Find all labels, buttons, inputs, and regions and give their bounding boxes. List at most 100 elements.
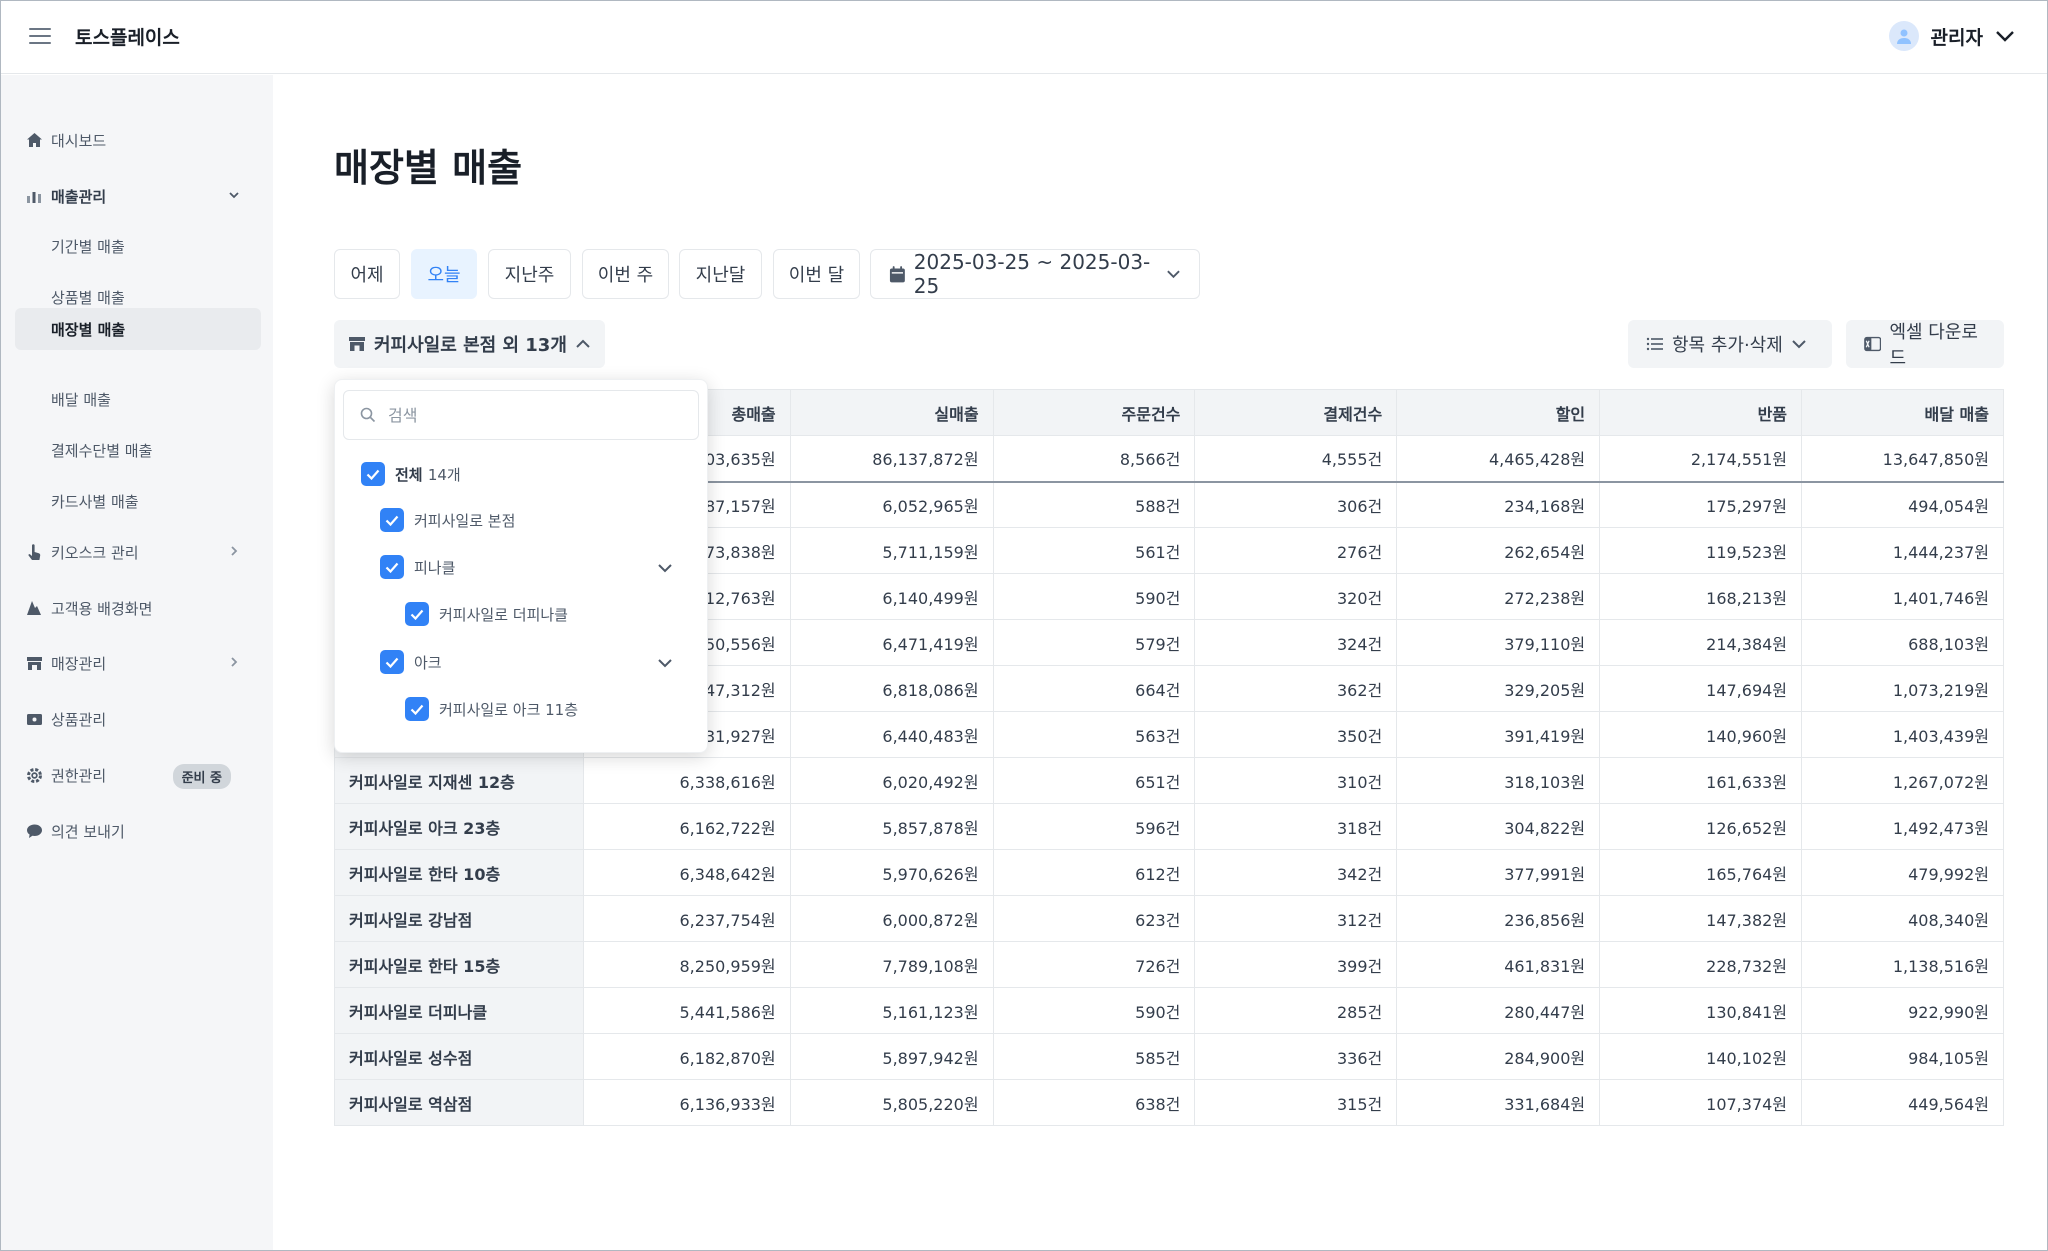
sidebar-sub-payment-sales[interactable]: 결제수단별 매출 bbox=[15, 429, 261, 471]
table-cell: 6,818,086원 bbox=[789, 665, 994, 712]
sidebar-item-permissions[interactable]: 권한관리 준비 중 bbox=[15, 754, 261, 796]
sidebar-item-label: 대시보드 bbox=[51, 131, 107, 150]
table-cell: 140,960원 bbox=[1599, 711, 1803, 758]
table-cell: 329,205원 bbox=[1396, 665, 1601, 712]
sidebar-sub-store-sales[interactable]: 매장별 매출 bbox=[15, 308, 261, 350]
table-cell: 5,161,123원 bbox=[789, 987, 994, 1034]
table-row: 커피사일로 더피나클 5,441,586원 5,161,123원 590건 285건 28… bbox=[334, 987, 2004, 1034]
table-cell: 590건 bbox=[992, 573, 1196, 620]
table-cell: 커피사일로 더피나클 bbox=[334, 987, 584, 1034]
option-group[interactable]: 아크 bbox=[380, 650, 442, 674]
table-cell: 6,052,965원 bbox=[789, 481, 994, 528]
date-range-picker[interactable]: 2025-03-25 ~ 2025-03-25 bbox=[870, 249, 1200, 299]
sidebar-sub-delivery-sales[interactable]: 배달 매출 bbox=[15, 378, 261, 420]
chevron-down-icon[interactable] bbox=[657, 562, 673, 574]
option-store[interactable]: 커피사일로 본점 bbox=[380, 508, 515, 532]
sidebar-item-label: 매장관리 bbox=[51, 654, 107, 673]
date-last-week-button[interactable]: 지난주 bbox=[488, 249, 571, 299]
menu-icon[interactable] bbox=[29, 28, 51, 46]
option-group[interactable]: 피나클 bbox=[380, 555, 455, 579]
store-search-box[interactable] bbox=[343, 390, 699, 440]
table-cell: 168,213원 bbox=[1599, 573, 1803, 620]
store-filter-dropdown: 전체 14개 커피사일로 본점 피나클 커피사일로 더피나클 아크 커피사일로 … bbox=[334, 379, 708, 753]
table-cell: 315건 bbox=[1194, 1079, 1398, 1126]
checkbox-checked-icon[interactable] bbox=[361, 462, 385, 486]
table-cell: 228,732원 bbox=[1599, 941, 1803, 988]
table-cell: 커피사일로 역삼점 bbox=[334, 1079, 584, 1126]
date-last-month-button[interactable]: 지난달 bbox=[679, 249, 762, 299]
sidebar-item-feedback[interactable]: 의견 보내기 bbox=[15, 810, 261, 852]
date-today-button[interactable]: 오늘 bbox=[411, 249, 477, 299]
excel-download-button[interactable]: 엑셀 다운로드 bbox=[1846, 320, 2004, 369]
table-cell: 336건 bbox=[1194, 1033, 1398, 1080]
sidebar-item-wallpaper[interactable]: 고객용 배경화면 bbox=[15, 587, 261, 629]
table-cell: 651건 bbox=[992, 757, 1196, 804]
date-this-month-button[interactable]: 이번 달 bbox=[773, 249, 860, 299]
chevron-down-icon bbox=[1792, 340, 1806, 349]
chevron-down-icon bbox=[1167, 270, 1180, 279]
table-cell: 1,138,516원 bbox=[1801, 941, 2004, 988]
store-selector-button[interactable]: 커피사일로 본점 외 13개 bbox=[334, 320, 605, 368]
checkbox-checked-icon[interactable] bbox=[380, 508, 404, 532]
checkbox-checked-icon[interactable] bbox=[380, 555, 404, 579]
table-cell: 6,237,754원 bbox=[582, 895, 791, 942]
option-all-count: 14개 bbox=[427, 465, 461, 484]
search-icon bbox=[360, 407, 376, 423]
table-cell: 8,566건 bbox=[992, 435, 1196, 483]
brand-name: 토스플레이스 bbox=[75, 27, 180, 49]
sidebar-item-product[interactable]: 상품관리 bbox=[15, 698, 261, 740]
sidebar: 대시보드 매출관리 기간별 매출 상품별 매출 매장별 매출 배달 매출 결제수… bbox=[1, 75, 273, 1250]
sidebar-item-sales[interactable]: 매출관리 bbox=[15, 175, 261, 217]
date-range-text: 2025-03-25 ~ 2025-03-25 bbox=[913, 250, 1151, 298]
table-row: 커피사일로 아크 23층 6,162,722원 5,857,878원 596건 318건… bbox=[334, 803, 2004, 850]
sidebar-sub-card-sales[interactable]: 카드사별 매출 bbox=[15, 480, 261, 522]
table-row: 커피사일로 강남점 6,237,754원 6,000,872원 623건 312건 236… bbox=[334, 895, 2004, 942]
user-menu[interactable]: 관리자 bbox=[1888, 21, 2015, 51]
table-cell: 6,182,870원 bbox=[582, 1033, 791, 1080]
date-yesterday-button[interactable]: 어제 bbox=[334, 249, 400, 299]
date-this-week-button[interactable]: 이번 주 bbox=[582, 249, 669, 299]
column-edit-label: 항목 추가·삭제 bbox=[1672, 335, 1783, 356]
option-store[interactable]: 커피사일로 더피나클 bbox=[405, 602, 568, 626]
sidebar-item-dashboard[interactable]: 대시보드 bbox=[15, 119, 261, 161]
table-cell: 391,419원 bbox=[1396, 711, 1601, 758]
table-cell: 318,103원 bbox=[1396, 757, 1601, 804]
sidebar-sub-period-sales[interactable]: 기간별 매출 bbox=[15, 225, 261, 267]
table-cell: 커피사일로 성수점 bbox=[334, 1033, 584, 1080]
table-cell: 310건 bbox=[1194, 757, 1398, 804]
checkbox-checked-icon[interactable] bbox=[380, 650, 404, 674]
option-store[interactable]: 커피사일로 아크 11층 bbox=[405, 697, 578, 721]
table-cell: 6,140,499원 bbox=[789, 573, 994, 620]
checkbox-checked-icon[interactable] bbox=[405, 602, 429, 626]
store-search-input[interactable] bbox=[388, 405, 668, 425]
table-cell: 7,789,108원 bbox=[789, 941, 994, 988]
option-label: 커피사일로 본점 bbox=[414, 511, 516, 530]
chevron-down-icon[interactable] bbox=[657, 657, 673, 669]
table-cell: 커피사일로 지재센 12층 bbox=[334, 757, 584, 804]
table-cell: 126,652원 bbox=[1599, 803, 1803, 850]
sidebar-item-kiosk[interactable]: 키오스크 관리 bbox=[15, 531, 261, 573]
calendar-icon bbox=[889, 265, 905, 282]
table-cell: 638건 bbox=[992, 1079, 1196, 1126]
column-edit-button[interactable]: 항목 추가·삭제 bbox=[1628, 320, 1832, 368]
table-cell: 984,105원 bbox=[1801, 1033, 2004, 1080]
table-cell: 161,633원 bbox=[1599, 757, 1803, 804]
table-row: 커피사일로 한타 15층 8,250,959원 7,789,108원 726건 399건… bbox=[334, 941, 2004, 988]
table-row: 커피사일로 지재센 12층 6,338,616원 6,020,492원 651건 310… bbox=[334, 757, 2004, 804]
table-cell: 107,374원 bbox=[1599, 1079, 1803, 1126]
table-cell: 588건 bbox=[992, 481, 1196, 528]
table-cell: 234,168원 bbox=[1396, 481, 1601, 528]
hand-pointer-icon bbox=[25, 543, 43, 561]
table-cell: 664건 bbox=[992, 665, 1196, 712]
column-header-payments: 결제건수 bbox=[1194, 389, 1398, 436]
table-cell: 165,764원 bbox=[1599, 849, 1803, 896]
option-all[interactable]: 전체 14개 bbox=[361, 462, 461, 486]
excel-icon bbox=[1864, 336, 1882, 352]
sidebar-item-store[interactable]: 매장관리 bbox=[15, 642, 261, 684]
checkbox-checked-icon[interactable] bbox=[405, 697, 429, 721]
table-cell: 563건 bbox=[992, 711, 1196, 758]
column-header-discount: 할인 bbox=[1396, 389, 1601, 436]
chevron-right-icon bbox=[231, 546, 238, 556]
table-cell: 커피사일로 아크 23층 bbox=[334, 803, 584, 850]
option-all-label: 전체 bbox=[395, 465, 423, 484]
